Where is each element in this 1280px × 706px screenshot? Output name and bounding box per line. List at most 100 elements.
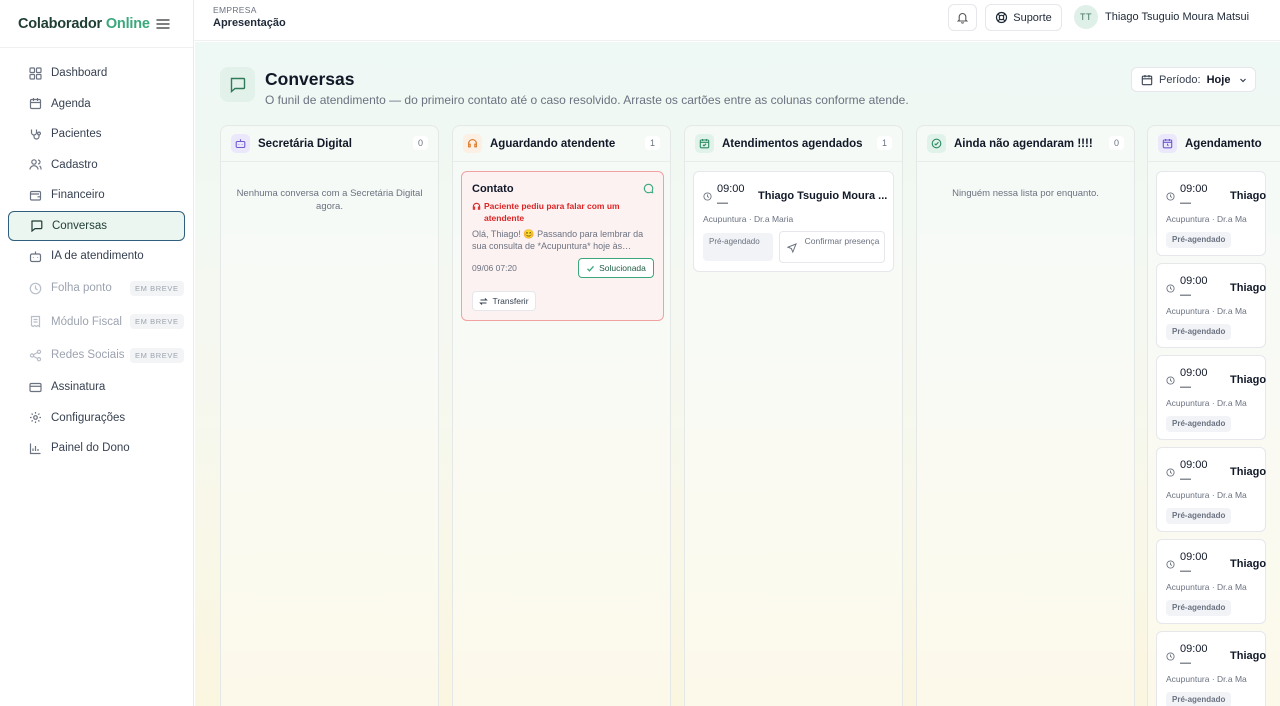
status-badge: Pré-agendado [1166,324,1232,340]
bot-icon [231,134,250,153]
avatar[interactable]: TT [1074,5,1098,29]
sidebar-item-redes-sociais: Redes Sociais EM BREVE [8,339,185,373]
column-count: 0 [412,136,428,150]
patient-name: Thiago [1230,558,1267,570]
appointment-card[interactable]: 09:00 — Thiago Acupuntura · Dr.a Ma Pré-agen… [1156,355,1266,440]
sidebar-item-label: IA de atendimento [51,250,144,263]
wallet-icon [29,189,42,202]
column-atendimentos-agendados[interactable]: Atendimentos agendados 1 09:00 — Thiago T… [684,125,903,706]
sidebar-item-label: Configurações [51,411,126,424]
confirm-presence-button[interactable]: Confirmar presença [779,231,885,263]
user-name[interactable]: Thiago Tsuguio Moura Matsui [1105,11,1249,23]
conversation-card[interactable]: Contato Paciente pediu para falar com um… [461,171,664,321]
brand-logo[interactable]: Colaborador Online [18,16,150,32]
sidebar-item-conversas[interactable]: Conversas [8,210,185,241]
column-title: Aguardando atendente [490,137,616,150]
appointment-card[interactable]: 09:00 — Thiago Acupuntura · Dr.a Ma Pré-agen… [1156,263,1266,348]
time-dash: — [1180,565,1191,577]
company-name[interactable]: Apresentação [213,17,286,29]
sidebar-item-pacientes[interactable]: Pacientes [8,119,185,150]
patient-name: Thiago [1230,466,1267,478]
column-header: Ainda não agendaram !!!! 0 [917,126,1134,162]
credit-card-icon [29,381,42,394]
sidebar-item-dashboard[interactable]: Dashboard [8,58,185,89]
clock-icon [1166,376,1175,385]
chat-icon [30,219,43,233]
column-count: 1 [644,136,660,150]
chat-icon [220,67,255,102]
check-icon [586,264,595,273]
headset-icon [472,202,481,211]
notifications-button[interactable] [948,4,977,31]
column-header: Secretária Digital 0 [221,126,438,162]
sidebar-item-agenda[interactable]: Agenda [8,89,185,120]
appointment-card[interactable]: 09:00 — Thiago Tsuguio Moura ... Acupuntu… [693,171,894,272]
chevron-down-icon [1238,75,1248,85]
support-label: Suporte [1013,11,1052,24]
sidebar-item-cadastro[interactable]: Cadastro [8,150,185,181]
sidebar-item-ia-atendimento[interactable]: IA de atendimento [8,241,185,272]
column-secretaria-digital[interactable]: Secretária Digital 0 Nenhuma conversa co… [220,125,439,706]
sidebar-item-painel-dono[interactable]: Painel do Dono [8,433,185,464]
sidebar-item-label: Cadastro [51,158,98,171]
timestamp: 09/06 07:20 [472,263,517,273]
chat-bubble-icon[interactable] [643,183,654,194]
status-badge: Pré-agendado [1166,416,1232,432]
calendar-clock-icon [1158,134,1177,153]
bell-icon [956,11,969,24]
appointment-time: 09:00 — [1180,458,1208,486]
time-value: 09:00 [1180,183,1208,195]
column-header: Aguardando atendente 1 [453,126,670,162]
sidebar-item-label: Redes Sociais [51,349,125,362]
column-title: Ainda não agendaram !!!! [954,137,1093,150]
clock-icon [703,192,712,201]
appointment-card[interactable]: 09:00 — Thiago Acupuntura · Dr.a Ma Pré-agen… [1156,171,1266,256]
lifebuoy-icon [995,11,1008,24]
status-badge: Pré-agendado [1166,232,1232,248]
top-bar: EMPRESA Apresentação Suporte TT Thiago T… [194,0,1280,41]
column-ainda-nao-agendaram[interactable]: Ainda não agendaram !!!! 0 Ninguém nessa… [916,125,1135,706]
appointment-card[interactable]: 09:00 — Thiago Acupuntura · Dr.a Ma Pré-agen… [1156,447,1266,532]
appointment-time: 09:00 — [1180,642,1208,670]
support-button[interactable]: Suporte [985,4,1062,31]
status-badge: Pré-agendado [703,233,773,261]
column-agendamento[interactable]: Agendamento 09:00 — Thiago Acupuntura · Dr.… [1147,125,1280,706]
appointment-time: 09:00 — [1180,550,1208,578]
brand-accent: Online [105,15,150,32]
clock-icon [1166,284,1175,293]
period-dropdown[interactable]: Período: Hoje [1131,67,1256,92]
sidebar-item-assinatura[interactable]: Assinatura [8,372,185,403]
appointment-card[interactable]: 09:00 — Thiago Acupuntura · Dr.a Ma Pré-agen… [1156,631,1266,706]
column-header: Agendamento [1148,126,1280,162]
time-dash: — [1180,381,1191,393]
check-circle-icon [927,134,946,153]
sidebar-item-folha-ponto: Folha ponto EM BREVE [8,272,185,306]
time-value: 09:00 [1180,459,1208,471]
gear-icon [29,411,42,424]
calendar-check-icon [695,134,714,153]
transfer-label: Transferir [492,296,529,306]
menu-icon[interactable] [155,16,171,32]
column-count: 1 [876,136,892,150]
headset-icon [463,134,482,153]
sidebar-item-financeiro[interactable]: Financeiro [8,180,185,211]
page-title: Conversas [265,69,355,89]
period-label: Período: [1159,73,1201,86]
status-badge: Pré-agendado [1166,600,1232,616]
sidebar-item-label: Conversas [52,219,107,232]
transfer-button[interactable]: Transferir [472,291,536,311]
coming-soon-badge: EM BREVE [130,280,184,296]
brand-name: Colaborador [18,15,102,32]
sidebar-item-label: Agenda [51,97,91,110]
solved-button[interactable]: Solucionada [578,258,654,278]
column-aguardando-atendente[interactable]: Aguardando atendente 1 Contato Paciente … [452,125,671,706]
sidebar-item-configuracoes[interactable]: Configurações [8,403,185,434]
coming-soon-badge: EM BREVE [130,314,184,330]
appointment-card[interactable]: 09:00 — Thiago Acupuntura · Dr.a Ma Pré-agen… [1156,539,1266,624]
time-value: 09:00 [717,183,745,195]
empty-state: Nenhuma conversa com a Secretária Digita… [236,188,423,212]
patient-name: Thiago [1230,374,1267,386]
appointment-details: Acupuntura · Dr.a Ma [1166,214,1247,224]
time-dash: — [1180,657,1191,669]
sidebar-item-label: Financeiro [51,189,105,202]
